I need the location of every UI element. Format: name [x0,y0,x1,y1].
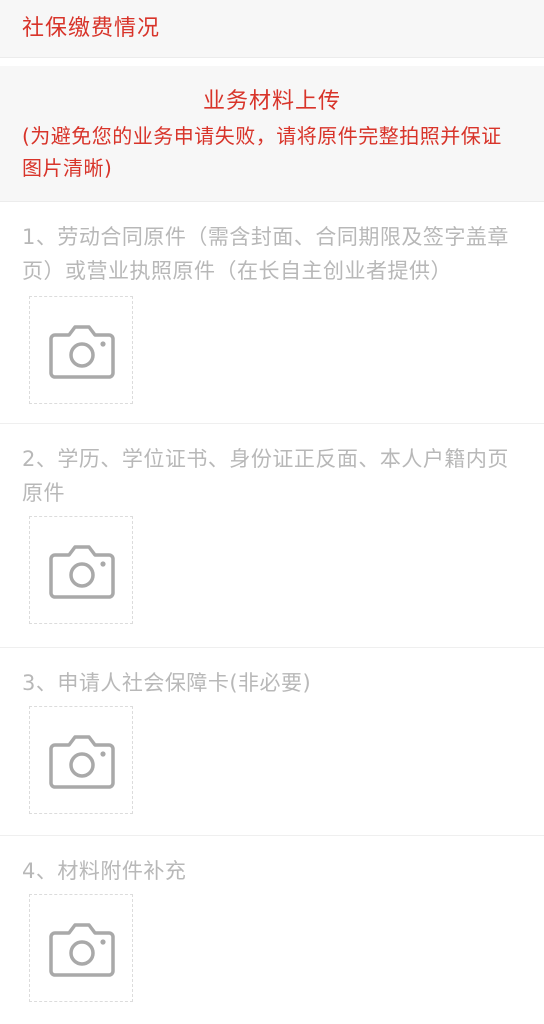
upload-photo-button-2[interactable] [29,516,133,624]
upload-item-label: 4、材料附件补充 [22,859,187,883]
upload-item-label: 1、劳动合同原件（需含封面、合同期限及签字盖章页）或营业执照原件（在长自主创业者… [22,225,509,283]
upload-photo-button-4[interactable] [29,894,133,1002]
section-title: 社保缴费情况 [22,16,161,41]
upload-heading: 业务材料上传 [202,89,341,114]
upload-item-4: 4、材料附件补充 [0,836,544,1024]
social-insurance-section[interactable]: 社保缴费情况 [0,0,544,58]
page: 社保缴费情况 业务材料上传 (为避免您的业务申请失败，请将原件完整拍照并保证图片… [0,0,544,1024]
upload-notice: (为避免您的业务申请失败，请将原件完整拍照并保证图片清晰) [22,124,502,180]
upload-item-3: 3、申请人社会保障卡(非必要) [0,648,544,836]
camera-icon [49,325,115,379]
upload-photo-button-1[interactable] [29,296,133,404]
upload-section-header: 业务材料上传 (为避免您的业务申请失败，请将原件完整拍照并保证图片清晰) [0,66,544,202]
upload-item-1: 1、劳动合同原件（需含封面、合同期限及签字盖章页）或营业执照原件（在长自主创业者… [0,202,544,424]
upload-photo-button-3[interactable] [29,706,133,814]
upload-item-label: 2、学历、学位证书、身份证正反面、本人户籍内页原件 [22,447,509,505]
camera-icon [49,735,115,789]
upload-item-2: 2、学历、学位证书、身份证正反面、本人户籍内页原件 [0,424,544,648]
section-gap [0,58,544,66]
camera-icon [49,923,115,977]
camera-icon [49,545,115,599]
upload-item-label: 3、申请人社会保障卡(非必要) [22,671,312,695]
